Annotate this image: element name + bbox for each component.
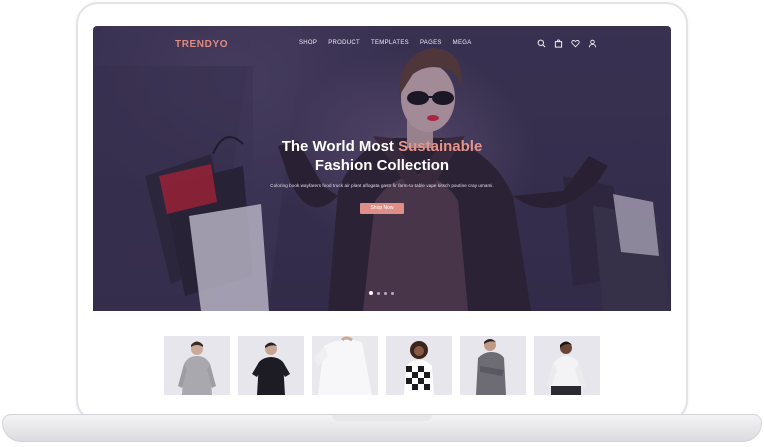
headline-part1: The World Most: [281, 138, 399, 155]
grey-shirt-image: [476, 339, 506, 395]
carousel-dot-4[interactable]: [391, 291, 394, 295]
heart-icon[interactable]: [571, 39, 580, 48]
plaid-shirt-product[interactable]: [386, 336, 452, 395]
grey-shirt-product[interactable]: [460, 336, 526, 395]
search-icon[interactable]: [537, 39, 546, 48]
top-navigation: TRENDYO SHOP PRODUCT TEMPLATES PAGES MEG…: [93, 26, 671, 64]
hero-banner: TRENDYO SHOP PRODUCT TEMPLATES PAGES MEG…: [93, 26, 671, 311]
menu-item-mega[interactable]: MEGA: [453, 40, 472, 46]
user-icon[interactable]: [588, 39, 597, 48]
carousel-dot-2[interactable]: [377, 291, 380, 295]
white-top-product[interactable]: [534, 336, 600, 395]
product-strip: [164, 336, 600, 395]
carousel-dots: [369, 291, 394, 295]
laptop-notch: [332, 415, 432, 421]
menu-item-shop[interactable]: SHOP: [299, 40, 317, 46]
headline-accent: Sustainable: [398, 138, 483, 155]
white-top-image: [546, 341, 586, 395]
shop-now-button[interactable]: Shop Now: [360, 203, 404, 214]
hero-headline: The World Most Sustainable Fashion Colle…: [93, 137, 671, 175]
hero-subtext: Coloring book wayfarers food truck air p…: [270, 183, 494, 188]
grey-sweater-product[interactable]: [164, 336, 230, 395]
menu-item-product[interactable]: PRODUCT: [328, 40, 360, 46]
laptop-screen: TRENDYO SHOP PRODUCT TEMPLATES PAGES MEG…: [93, 26, 671, 397]
grey-sweater-image: [178, 341, 216, 395]
menu-item-templates[interactable]: TEMPLATES: [371, 40, 409, 46]
carousel-dot-3[interactable]: [384, 291, 387, 295]
plaid-shirt-image: [404, 341, 434, 395]
header-icons: [537, 39, 597, 48]
black-tee-image: [252, 342, 290, 395]
main-menu: SHOP PRODUCT TEMPLATES PAGES MEGA: [299, 40, 472, 46]
carousel-dot-1[interactable]: [369, 291, 373, 295]
white-shirt-product[interactable]: [312, 336, 378, 395]
menu-item-pages[interactable]: PAGES: [420, 40, 442, 46]
brand-logo[interactable]: TRENDYO: [175, 39, 228, 50]
cart-icon[interactable]: [554, 39, 563, 48]
white-shirt-image: [312, 336, 378, 395]
black-tee-product[interactable]: [238, 336, 304, 395]
headline-line2: Fashion Collection: [314, 157, 450, 174]
